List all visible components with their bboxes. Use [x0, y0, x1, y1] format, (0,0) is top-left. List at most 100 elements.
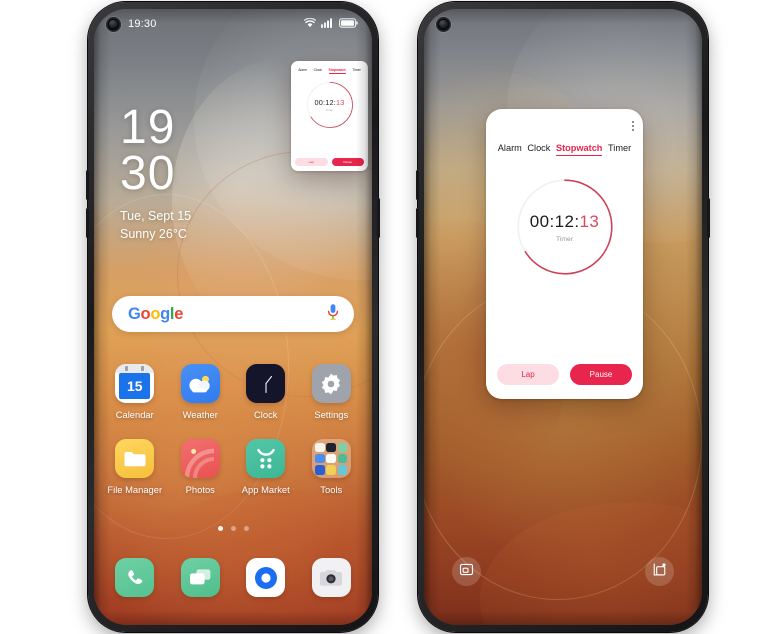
pause-button[interactable]: Pause [570, 364, 632, 385]
tab-alarm[interactable]: Alarm [498, 143, 522, 153]
app-market-icon [246, 439, 286, 478]
picture-in-picture-icon [459, 562, 474, 582]
signal-icon [321, 17, 334, 31]
dock-camera[interactable] [299, 558, 365, 597]
app-label: Settings [314, 409, 349, 420]
app-clock[interactable]: Clock [233, 364, 299, 420]
tab-timer[interactable]: Timer [608, 143, 631, 153]
app-settings[interactable]: Settings [299, 364, 365, 420]
lap-button-mini[interactable]: Lap [295, 158, 328, 166]
message-icon [180, 558, 220, 597]
app-market[interactable]: App Market [233, 439, 299, 495]
phone-right: Alarm Clock Stopwatch Timer 00:12:13 Tim… [416, 2, 710, 632]
weather-icon [180, 364, 220, 403]
volume-button-left[interactable] [86, 170, 89, 200]
clock-widget-hour: 19 [120, 101, 176, 154]
app-photos[interactable]: Photos [168, 439, 234, 495]
status-bar-left: 19:30 [94, 9, 372, 39]
mini-window-chip[interactable] [452, 557, 481, 586]
app-label: Calendar [115, 409, 154, 420]
app-label: File Manager [107, 484, 163, 495]
page-dot[interactable] [243, 526, 249, 531]
floating-window-controls [424, 557, 702, 586]
app-tools-folder[interactable]: Tools [299, 439, 365, 495]
stopwatch-dial: 00:12:13 Timer [513, 175, 617, 279]
clock-app-tabs-mini: Alarm Clock Stopwatch Timer [291, 61, 368, 74]
left-screen: 19:30 19 30 Tue, Sept 15 Sunny 26°C G o … [94, 9, 372, 625]
stopwatch-time-mini: 00:12:13 [314, 97, 345, 107]
stopwatch-seconds: 13 [579, 211, 600, 231]
pause-button-mini[interactable]: Pause [331, 158, 364, 166]
google-logo: Google [128, 306, 183, 323]
right-screen: Alarm Clock Stopwatch Timer 00:12:13 Tim… [424, 9, 702, 625]
overflow-menu-icon[interactable] [631, 121, 634, 131]
google-logo-letter: G [128, 304, 141, 323]
google-logo-letter: o [140, 304, 151, 323]
google-logo-letter: o [150, 304, 161, 323]
wifi-icon [303, 17, 317, 31]
tab-stopwatch[interactable]: Stopwatch [555, 143, 603, 156]
stopwatch-sublabel-mini: Timer [325, 108, 334, 113]
split-screen-icon [652, 562, 667, 582]
photos-icon [180, 439, 220, 478]
stopwatch-hours: 00 [529, 211, 550, 231]
tab-timer[interactable]: Timer [352, 68, 361, 72]
tab-stopwatch[interactable]: Stopwatch [328, 68, 346, 74]
tab-clock[interactable]: Clock [527, 143, 550, 153]
app-file-manager[interactable]: File Manager [102, 439, 168, 495]
calendar-icon: 15 [115, 364, 155, 403]
volume-button-right-2[interactable] [416, 208, 419, 238]
app-label: Photos [185, 484, 215, 495]
dock-phone[interactable] [102, 558, 168, 597]
volume-button-left-2[interactable] [86, 208, 89, 238]
google-logo-letter: g [160, 304, 170, 323]
lap-button[interactable]: Lap [497, 364, 559, 385]
app-weather[interactable]: Weather [168, 364, 234, 420]
camera-icon [311, 558, 351, 597]
microphone-icon[interactable] [326, 303, 340, 326]
phone-left: 19:30 19 30 Tue, Sept 15 Sunny 26°C G o … [86, 2, 380, 632]
power-button-right[interactable] [707, 198, 710, 238]
stopwatch-time: 00:12:13 [529, 211, 600, 231]
app-grid-row-1: 15 Calendar Weather Clock Settings [102, 364, 364, 420]
dock-messages[interactable] [168, 558, 234, 597]
page-indicator[interactable] [94, 526, 372, 531]
dock-browser[interactable] [233, 558, 299, 597]
stopwatch-sublabel: Timer [555, 235, 574, 243]
battery-icon [339, 17, 358, 31]
folder-icon [115, 439, 155, 478]
clock-widget-minute: 30 [120, 146, 176, 200]
clock-app-tabs: Alarm Clock Stopwatch Timer [486, 109, 643, 156]
screenshot-stage: 19:30 19 30 Tue, Sept 15 Sunny 26°C G o … [0, 0, 770, 634]
front-camera-punch-hole [106, 16, 121, 32]
app-label: App Market [241, 484, 290, 495]
status-bar-right [424, 9, 702, 39]
google-logo-letter: e [174, 304, 184, 323]
page-dot[interactable] [230, 526, 236, 531]
app-grid-row-2: File Manager Photos App Market Tools [102, 439, 364, 495]
app-calendar[interactable]: 15 Calendar [102, 364, 168, 420]
power-button-left[interactable] [377, 198, 380, 238]
stopwatch-dial-mini: 00:12:13 Timer [305, 80, 355, 130]
home-clock-widget[interactable]: 19 30 Tue, Sept 15 Sunny 26°C [120, 101, 191, 243]
clock-app-floating-window[interactable]: Alarm Clock Stopwatch Timer 00:12:13 Tim… [486, 109, 643, 399]
browser-icon [246, 558, 286, 597]
tab-alarm[interactable]: Alarm [298, 68, 307, 72]
calendar-day-number: 15 [119, 373, 151, 399]
folder-group-icon [311, 439, 351, 478]
google-search-bar[interactable]: Google [112, 296, 354, 332]
split-screen-chip[interactable] [645, 557, 674, 586]
mini-floating-clock-window[interactable]: Alarm Clock Stopwatch Timer 00:12:13 Tim… [291, 61, 368, 171]
clock-widget-weather: Sunny 26°C [120, 227, 187, 242]
app-label: Weather [182, 409, 218, 420]
volume-button-right[interactable] [416, 170, 419, 200]
tab-clock[interactable]: Clock [314, 68, 322, 72]
page-dot[interactable] [217, 526, 223, 531]
app-label: Tools [320, 484, 343, 495]
app-label: Clock [254, 409, 278, 420]
clock-icon [246, 364, 286, 403]
front-camera-punch-hole [436, 16, 451, 32]
status-bar-time: 19:30 [128, 18, 157, 30]
stopwatch-minutes: 12 [554, 211, 575, 231]
dock [102, 558, 364, 597]
